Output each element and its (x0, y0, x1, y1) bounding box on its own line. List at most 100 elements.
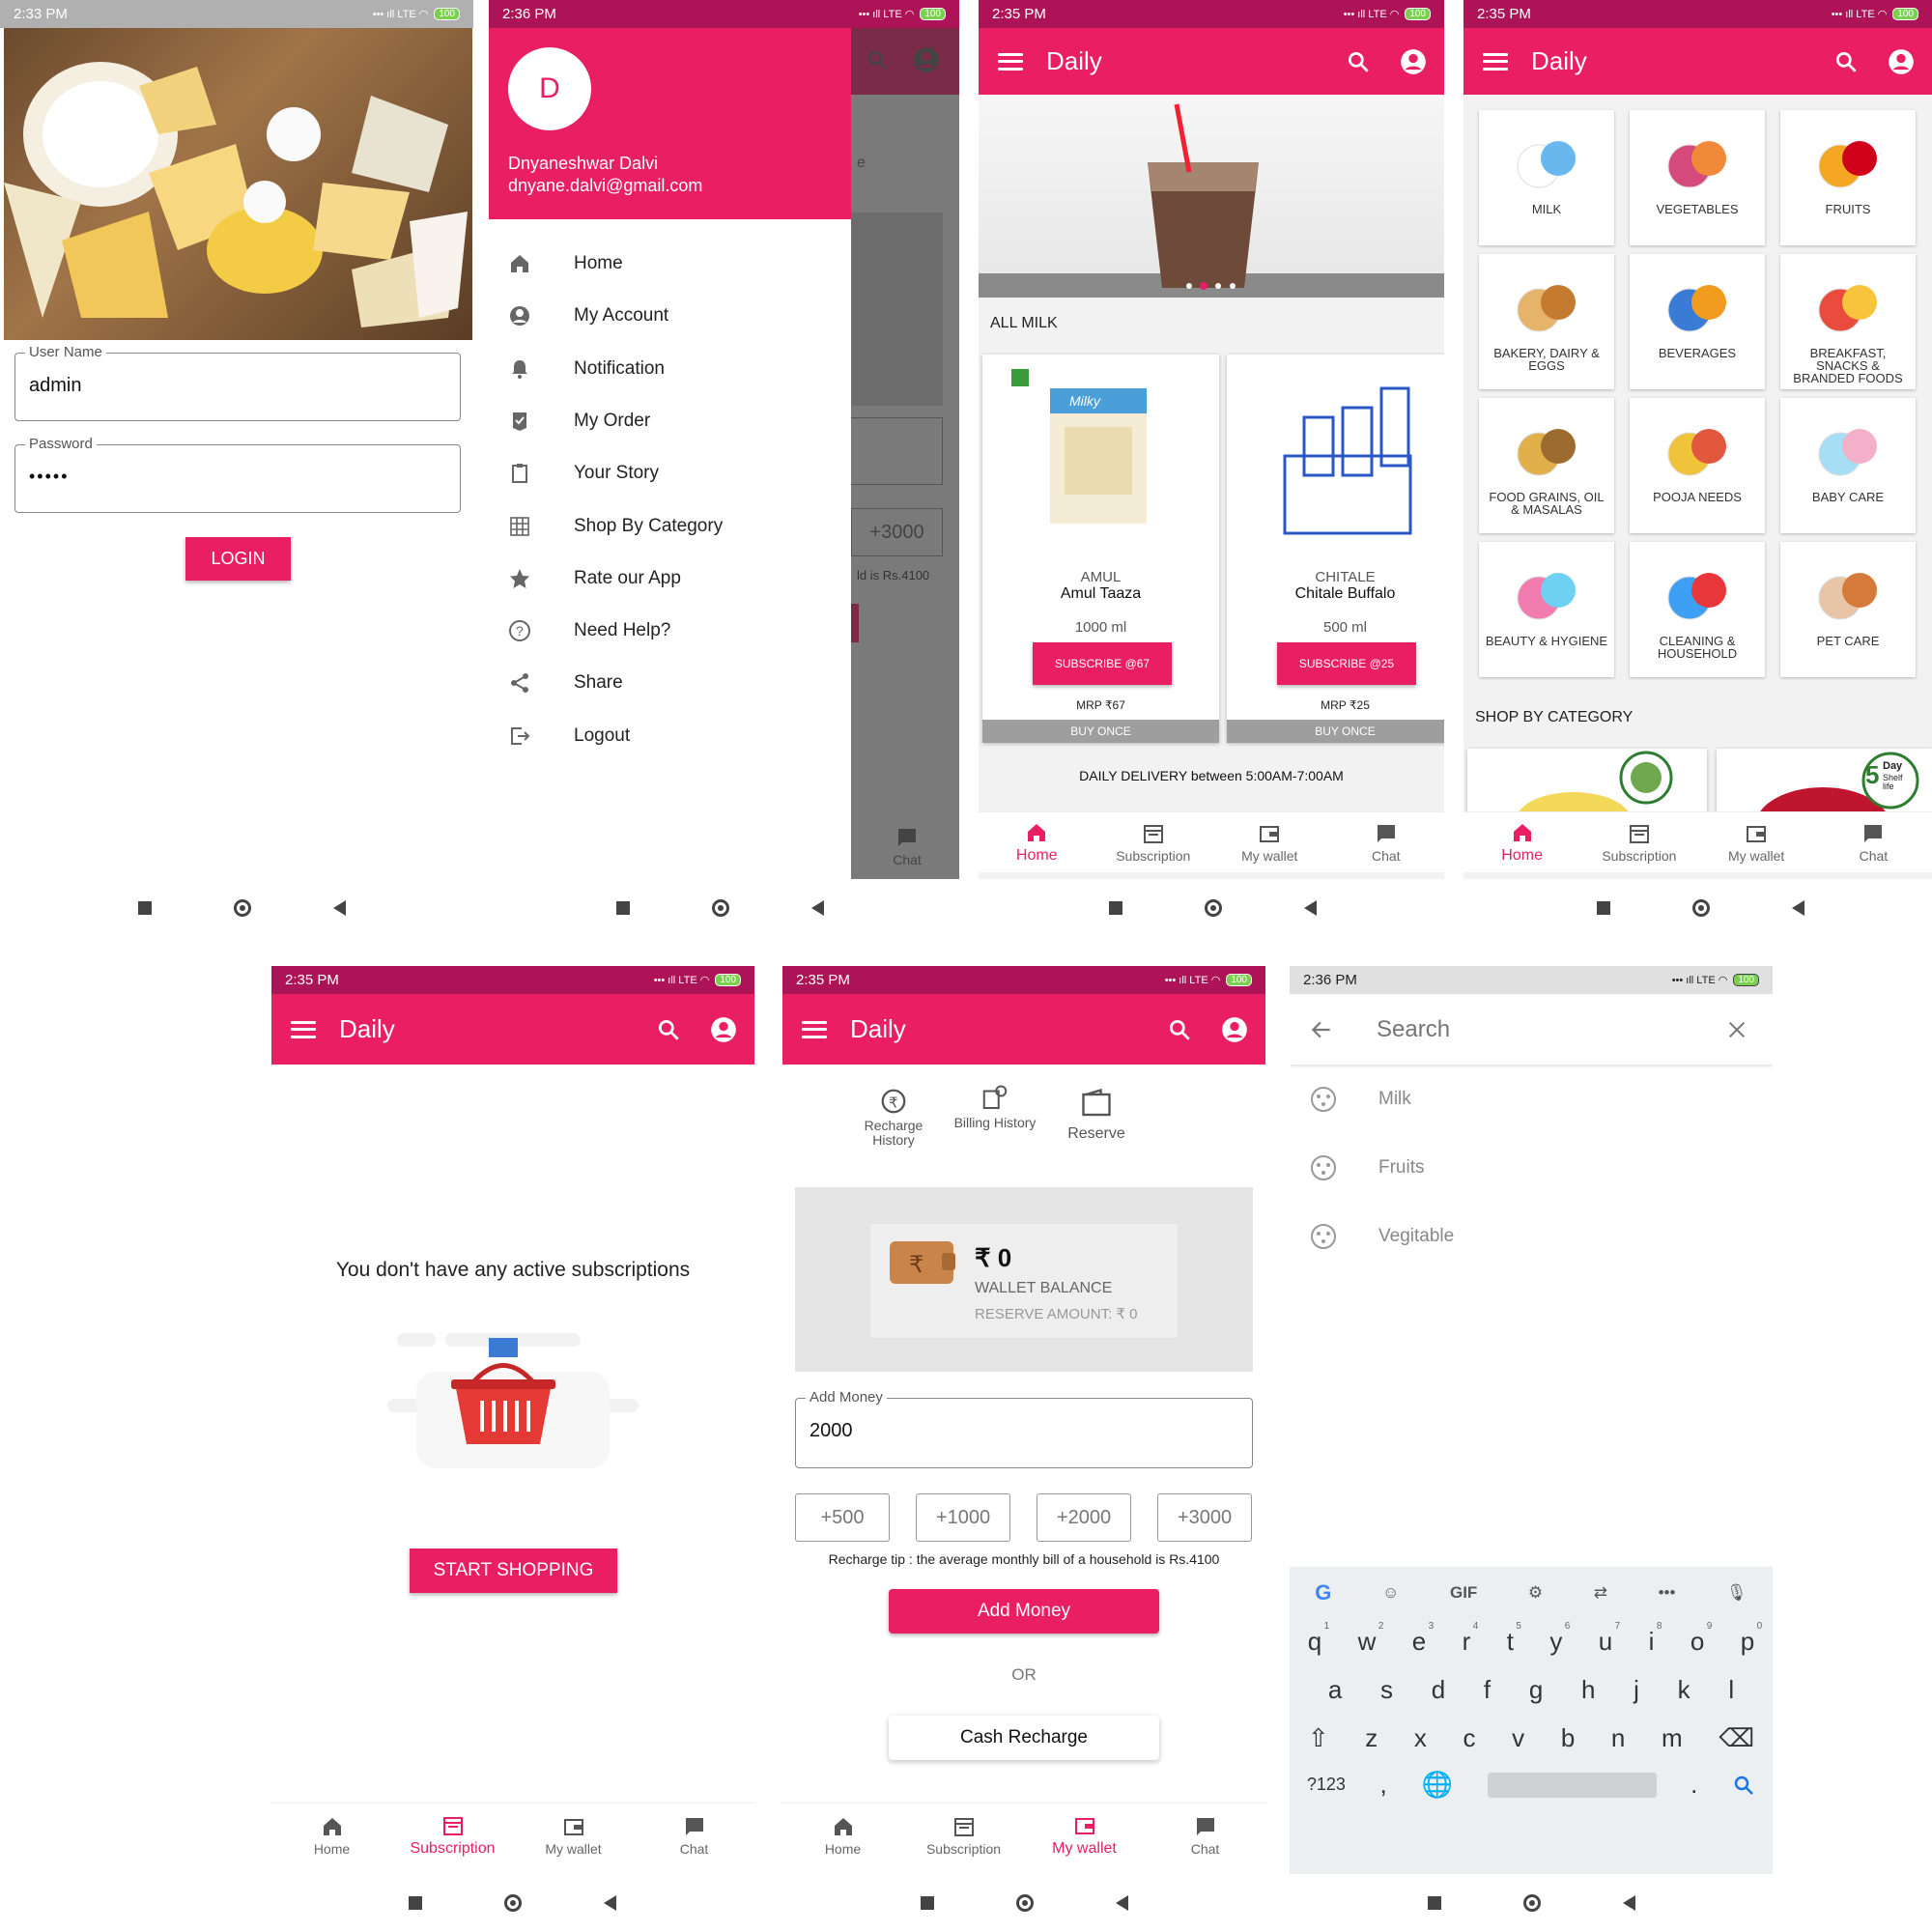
gif-button[interactable]: GIF (1450, 1583, 1477, 1603)
mic-icon[interactable]: 🎙 (1726, 1583, 1747, 1603)
period-key[interactable]: . (1690, 1770, 1697, 1800)
quick-amount-button[interactable]: +1000 (916, 1493, 1010, 1542)
nav-subscription[interactable]: Subscription (1095, 812, 1212, 872)
menu-icon[interactable] (802, 1020, 827, 1038)
recents-icon[interactable] (920, 1896, 934, 1910)
back-icon[interactable] (1791, 900, 1804, 916)
nav-home[interactable]: Home (979, 812, 1095, 872)
category-card[interactable]: BEAUTY & HYGIENE (1479, 542, 1614, 677)
drawer-item-my-order[interactable]: My Order (489, 395, 851, 447)
category-card[interactable]: BREAKFAST, SNACKS & BRANDED FOODS (1780, 254, 1916, 389)
drawer-item-need-help[interactable]: ? Need Help? (489, 605, 851, 657)
key-y[interactable]: y6 (1549, 1621, 1570, 1657)
recents-icon[interactable] (615, 901, 630, 915)
buy-once-button[interactable]: BUY ONCE (1227, 720, 1444, 743)
home-nav-icon[interactable] (711, 899, 729, 917)
nav-chat[interactable]: Chat (1328, 812, 1445, 872)
recents-icon[interactable] (1596, 901, 1610, 915)
search-icon[interactable] (1346, 49, 1371, 74)
drawer-item-logout[interactable]: Logout (489, 710, 851, 762)
search-key-icon[interactable] (1732, 1774, 1755, 1797)
search-input[interactable] (1375, 1011, 1688, 1048)
globe-icon[interactable]: 🌐 (1421, 1770, 1452, 1800)
account-icon[interactable] (710, 1016, 737, 1043)
nav-wallet[interactable]: My wallet (1024, 1804, 1145, 1867)
google-icon[interactable]: G (1315, 1580, 1331, 1605)
search-icon[interactable] (656, 1017, 681, 1042)
home-nav-icon[interactable] (1691, 899, 1710, 917)
key-t[interactable]: t5 (1507, 1621, 1521, 1657)
key-m[interactable]: m (1662, 1723, 1683, 1753)
quick-amount-button[interactable]: +500 (795, 1493, 890, 1542)
nav-chat[interactable]: Chat (634, 1804, 754, 1867)
category-card[interactable]: CLEANING & HOUSEHOLD (1630, 542, 1765, 677)
product-card[interactable]: Milky AMUL Amul Taaza 1000 ml SUBSCRIBE @67 M… (982, 355, 1219, 743)
key-k[interactable]: k (1678, 1675, 1690, 1705)
search-icon[interactable] (1833, 49, 1859, 74)
nav-subscription[interactable]: Subscription (1580, 812, 1697, 872)
key-l[interactable]: l (1728, 1675, 1734, 1705)
account-icon[interactable] (1888, 48, 1915, 75)
key-z[interactable]: z (1365, 1723, 1378, 1753)
back-icon[interactable] (810, 900, 824, 916)
back-icon[interactable] (1115, 1895, 1128, 1911)
drawer-item-my-account[interactable]: My Account (489, 290, 851, 342)
shift-icon[interactable]: ⇧ (1308, 1723, 1329, 1753)
nav-home[interactable]: Home (271, 1804, 392, 1867)
key-p[interactable]: p0 (1741, 1621, 1762, 1657)
account-icon[interactable] (1221, 1016, 1248, 1043)
category-card[interactable]: FRUITS (1780, 110, 1916, 245)
back-arrow-icon[interactable] (1309, 1017, 1334, 1042)
avatar[interactable]: D (508, 47, 591, 130)
key-c[interactable]: c (1463, 1723, 1476, 1753)
username-field[interactable]: User Name admin (14, 344, 461, 421)
key-e[interactable]: e3 (1412, 1621, 1434, 1657)
key-g[interactable]: g (1529, 1675, 1543, 1705)
category-card[interactable]: FOOD GRAINS, OIL & MASALAS (1479, 398, 1614, 533)
promo-card-2[interactable]: 5 Day Shelf life (1717, 749, 1932, 816)
nav-chat[interactable]: Chat (1815, 812, 1932, 872)
back-icon[interactable] (332, 900, 346, 916)
home-nav-icon[interactable] (1522, 1894, 1541, 1912)
comma-key[interactable]: , (1380, 1770, 1387, 1800)
key-a[interactable]: a (1328, 1675, 1342, 1705)
sticker-icon[interactable]: ☺ (1382, 1583, 1399, 1603)
home-nav-icon[interactable] (233, 899, 251, 917)
home-nav-icon[interactable] (503, 1894, 522, 1912)
category-card[interactable]: MILK (1479, 110, 1614, 245)
key-s[interactable]: s (1380, 1675, 1393, 1705)
key-b[interactable]: b (1561, 1723, 1575, 1753)
key-h[interactable]: h (1581, 1675, 1595, 1705)
recents-icon[interactable] (408, 1896, 422, 1910)
drawer-item-rate-our-app[interactable]: Rate our App (489, 553, 851, 605)
key-d[interactable]: d (1432, 1675, 1445, 1705)
key-x[interactable]: x (1414, 1723, 1427, 1753)
product-card[interactable]: CHITALE Chitale Buffalo 500 ml SUBSCRIBE @2… (1227, 355, 1444, 743)
search-icon[interactable] (1167, 1017, 1192, 1042)
back-icon[interactable] (603, 1895, 616, 1911)
settings-icon[interactable]: ⚙ (1528, 1583, 1543, 1603)
category-card[interactable]: BAKERY, DAIRY & EGGS (1479, 254, 1614, 389)
key-i[interactable]: i8 (1649, 1621, 1662, 1657)
subscribe-button[interactable]: SUBSCRIBE @25 (1277, 642, 1416, 685)
menu-icon[interactable] (291, 1020, 316, 1038)
tab-billing-history[interactable]: Billing History (952, 1084, 1038, 1130)
nav-wallet[interactable]: My wallet (1698, 812, 1815, 872)
category-card[interactable]: BABY CARE (1780, 398, 1916, 533)
banner-carousel[interactable] (979, 95, 1444, 298)
key-w[interactable]: w2 (1358, 1621, 1384, 1657)
drawer-item-shop-by-category[interactable]: Shop By Category (489, 500, 851, 553)
home-nav-icon[interactable] (1015, 1894, 1034, 1912)
tab-recharge-history[interactable]: ₹ Recharge History (845, 1087, 942, 1148)
password-field[interactable]: Password ••••• (14, 436, 461, 513)
add-money-button[interactable]: Add Money (889, 1589, 1159, 1634)
translate-icon[interactable]: ⇄ (1594, 1583, 1607, 1603)
symbols-key[interactable]: ?123 (1307, 1775, 1346, 1795)
recents-icon[interactable] (1108, 901, 1122, 915)
quick-amount-button[interactable]: +3000 (1157, 1493, 1252, 1542)
drawer-item-notification[interactable]: Notification (489, 343, 851, 395)
home-nav-icon[interactable] (1204, 899, 1222, 917)
drawer-item-home[interactable]: Home (489, 238, 851, 290)
key-r[interactable]: r4 (1463, 1621, 1479, 1657)
tab-reserve[interactable]: Reserve (1048, 1086, 1145, 1143)
